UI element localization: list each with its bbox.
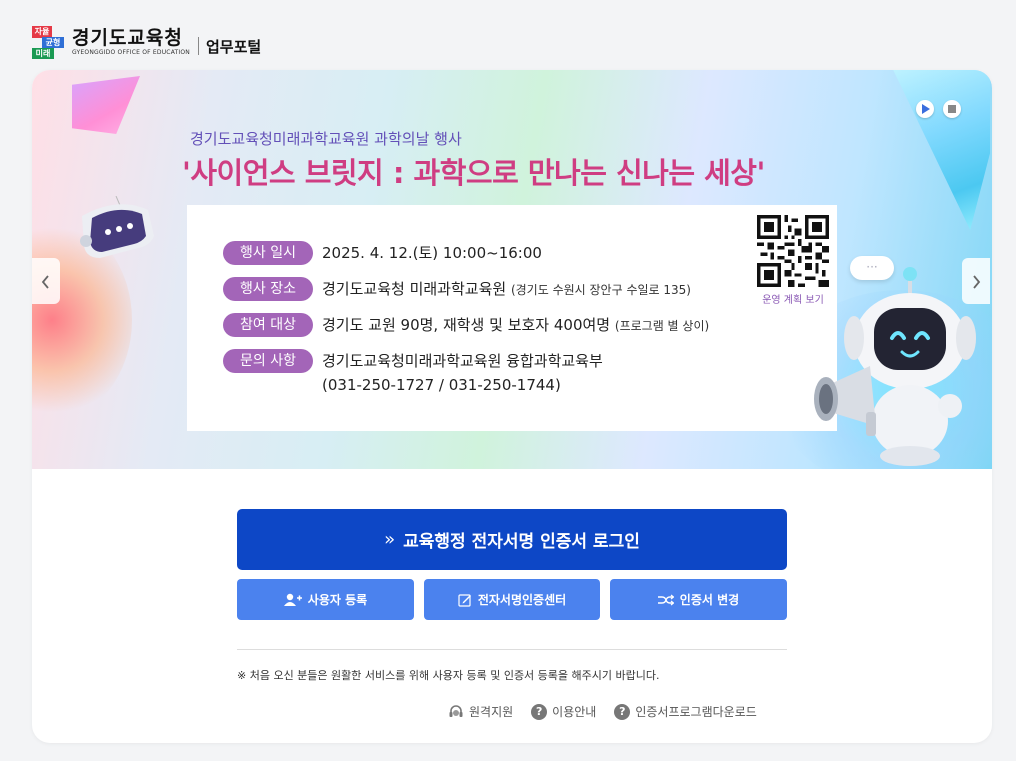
portal-name: 업무포털 <box>205 37 262 56</box>
info-value-place: 경기도교육청 미래과학교육원 (경기도 수원시 장안구 수일로 135) <box>322 280 691 298</box>
usage-guide-label: 이용안내 <box>552 705 597 719</box>
robot-mascot-icon <box>814 267 976 466</box>
info-row-target: 참여 대상 경기도 교원 90명, 재학생 및 보호자 400여명 (프로그램 … <box>223 313 709 338</box>
logo-text[interactable]: 경기도교육청 GYEONGGIDO OFFICE OF EDUCATION <box>72 27 190 57</box>
add-user-icon <box>283 593 302 607</box>
cert-program-download-link[interactable]: ? 인증서프로그램다운로드 <box>614 703 757 720</box>
banner-prev-button[interactable] <box>32 258 60 304</box>
help-icon: ? <box>531 703 548 720</box>
chevron-right-icon <box>973 274 981 289</box>
pink-crystal-decoration <box>72 76 140 134</box>
cert-center-label: 전자서명인증센터 <box>477 593 567 607</box>
info-row-place: 행사 장소 경기도교육청 미래과학교육원 (경기도 수원시 장안구 수일로 13… <box>223 277 691 302</box>
edit-icon <box>458 593 472 607</box>
info-label-target: 참여 대상 <box>223 313 313 337</box>
banner-title: '사이언스 브릿지 : 과학으로 만나는 신나는 세상' <box>182 156 765 190</box>
banner-next-button[interactable] <box>962 258 990 304</box>
info-value-target: 경기도 교원 90명, 재학생 및 보호자 400여명 (프로그램 별 상이) <box>322 316 710 334</box>
cert-change-button[interactable]: 인증서 변경 <box>610 579 787 620</box>
footer-links: 원격지원 ? 이용안내 ? 인증서프로그램다운로드 <box>448 703 757 720</box>
event-banner[interactable]: 경기도교육청미래과학교육원 과학의날 행사 '사이언스 브릿지 : 과학으로 만… <box>32 70 992 469</box>
divider <box>237 649 787 650</box>
event-info-box: 행사 일시 2025. 4. 12.(토) 10:00~16:00 행사 장소 … <box>187 205 837 431</box>
info-label-place: 행사 장소 <box>223 277 313 301</box>
info-value-date: 2025. 4. 12.(토) 10:00~16:00 <box>322 244 542 262</box>
info-row-contact: 문의 사항 경기도교육청미래과학교육원 융합과학교육부 (031-250-172… <box>223 349 603 397</box>
remote-support-label: 원격지원 <box>469 705 514 719</box>
banner-stop-button[interactable] <box>943 100 961 118</box>
user-register-button[interactable]: 사용자 등록 <box>237 579 414 620</box>
info-note-place: (경기도 수원시 장안구 수일로 135) <box>510 283 691 297</box>
cert-login-button[interactable]: » 교육행정 전자서명 인증서 로그인 <box>237 509 787 570</box>
banner-subtitle: 경기도교육청미래과학교육원 과학의날 행사 <box>190 130 462 148</box>
help-icon: ? <box>614 703 631 720</box>
chevron-left-icon <box>41 274 49 289</box>
shuffle-icon <box>657 594 674 606</box>
cert-login-label: 교육행정 전자서명 인증서 로그인 <box>403 532 640 552</box>
info-row-date: 행사 일시 2025. 4. 12.(토) 10:00~16:00 <box>223 241 542 265</box>
logo-badge-3: 미래 <box>32 48 54 59</box>
cert-program-download-label: 인증서프로그램다운로드 <box>635 705 757 719</box>
banner-play-button[interactable] <box>916 100 934 118</box>
site-header: 자율 균형 미래 경기도교육청 GYEONGGIDO OFFICE OF EDU… <box>32 22 261 62</box>
gyeonggi-logo-icon[interactable]: 자율 균형 미래 <box>32 24 66 60</box>
blue-crystal-decoration <box>893 70 990 230</box>
info-value-contact: 경기도교육청미래과학교육원 융합과학교육부 (031-250-1727 / 03… <box>322 349 603 397</box>
remote-support-link[interactable]: 원격지원 <box>448 703 513 720</box>
double-chevron-icon: » <box>384 529 396 550</box>
header-divider <box>197 37 199 55</box>
logo-title: 경기도교육청 <box>72 27 183 49</box>
first-visit-notice: ※ 처음 오신 분들은 원활한 서비스를 위해 사용자 등록 및 인증서 등록을… <box>237 669 660 682</box>
info-label-contact: 문의 사항 <box>223 349 313 373</box>
info-label-date: 행사 일시 <box>223 241 313 265</box>
login-card: 경기도교육청미래과학교육원 과학의날 행사 '사이언스 브릿지 : 과학으로 만… <box>32 70 992 743</box>
cert-center-button[interactable]: 전자서명인증센터 <box>424 579 600 620</box>
logo-badge-2: 균형 <box>42 37 64 48</box>
speech-bubble-robot-icon <box>80 196 154 258</box>
usage-guide-link[interactable]: ? 이용안내 <box>531 703 596 720</box>
headset-icon <box>448 704 464 720</box>
cert-change-label: 인증서 변경 <box>679 593 740 607</box>
user-register-label: 사용자 등록 <box>307 593 368 607</box>
logo-subtitle: GYEONGGIDO OFFICE OF EDUCATION <box>72 49 190 56</box>
info-note-target: (프로그램 별 상이) <box>614 319 710 333</box>
info-value-phone: (031-250-1727 / 031-250-1744) <box>322 376 561 394</box>
